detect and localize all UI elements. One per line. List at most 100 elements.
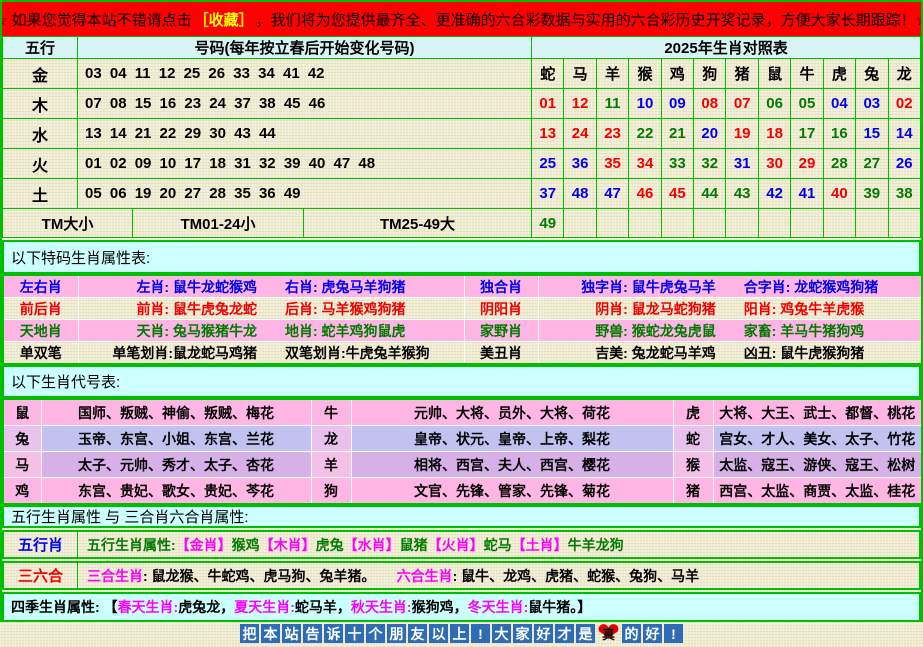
zodiac-number-cell: 48	[564, 179, 596, 209]
footer-tile: 好	[643, 624, 662, 643]
zodiac-number-cell: 11	[596, 89, 628, 119]
tm-empty-cell	[564, 209, 596, 238]
footer-tile: 友	[408, 624, 427, 643]
promo-banner: ☆ 如果您觉得本站不错请点击［收藏］，我们将为您提供最齐全、更准确的六合彩数据与…	[2, 2, 921, 36]
zodiac-number-cell: 37	[532, 179, 564, 209]
zodiac-name-cell: 龙	[888, 59, 921, 89]
zodiac-number-cell: 44	[694, 179, 726, 209]
tm-empty-cell	[856, 209, 888, 238]
code-animal: 鼠	[3, 399, 41, 426]
code-row: 马太子、元帅、秀才、太子、杏花羊相将、西宫、夫人、西宫、樱花猴太监、寇王、游侠、…	[3, 452, 922, 478]
section-title-wuxing: 五行生肖属性 与 三合肖六合肖属性:	[2, 505, 921, 528]
code-row: 兔玉帝、东宫、小姐、东宫、兰花龙皇帝、状元、皇帝、上帝、梨花蛇宫女、才人、美女、…	[3, 426, 922, 452]
footer-tile: 告	[303, 624, 322, 643]
footer-tile: 家	[513, 624, 532, 643]
element-label: 土	[3, 179, 78, 209]
wuxing-segment: 牛羊龙狗	[568, 535, 624, 555]
zodiac-number-cell: 39	[856, 179, 888, 209]
code-animal: 龙	[311, 426, 351, 452]
zodiac-number-cell: 13	[532, 119, 564, 149]
zodiac-number-cell: 43	[726, 179, 758, 209]
element-label: 金	[3, 59, 78, 89]
zodiac-number-cell: 28	[823, 149, 855, 179]
zodiac-name-cell: 虎	[823, 59, 855, 89]
tm-empty-cell	[791, 209, 823, 238]
tm-empty-cell	[888, 209, 921, 238]
wuxing-segment: 蛇马	[484, 535, 512, 555]
zodiac-number-cell: 06	[758, 89, 790, 119]
element-numbers: 13 14 21 22 29 30 43 44	[78, 119, 532, 149]
footer-tile: 个	[366, 624, 385, 643]
wuxing-segment: 【水肖】	[344, 535, 400, 555]
wuxing-segment: 五行生肖属性:	[87, 535, 176, 555]
element-label: 木	[3, 89, 78, 119]
attr-value: 天肖: 兔马猴猪牛龙 地肖: 蛇羊鸡狗鼠虎	[78, 320, 464, 342]
sanliuhe-row-label: 三六合	[4, 563, 78, 588]
zodiac-number-cell: 07	[726, 89, 758, 119]
attr-value: 阴肖: 鼠龙马蛇狗猪 阳肖: 鸡兔牛羊虎猴	[538, 298, 922, 320]
zodiac-number-cell: 17	[791, 119, 823, 149]
element-numbers: 01 02 09 10 17 18 31 32 39 40 47 48	[78, 149, 532, 179]
attr-label: 阴阳肖	[464, 298, 538, 320]
attr-label: 前后肖	[3, 298, 78, 320]
tm-size-row: TM大小TM01-24小TM25-49大49	[3, 209, 921, 238]
zodiac-name-cell: 马	[564, 59, 596, 89]
element-row: 木07 08 15 16 23 24 37 38 45 460112111009…	[3, 89, 921, 119]
zodiac-number-cell: 14	[888, 119, 921, 149]
code-names: 元帅、大将、员外、大将、荷花	[351, 399, 673, 426]
footer-tile: 才	[555, 624, 574, 643]
zodiac-number-cell: 10	[629, 89, 661, 119]
footer-tile-char: 真	[602, 624, 615, 643]
seasons-segment: 四季生肖属性: 【	[11, 597, 118, 617]
zodiac-number-cell: 01	[532, 89, 564, 119]
seasons-segment: 虎兔龙，	[178, 597, 234, 617]
code-names: 玉帝、东宫、小姐、东宫、兰花	[41, 426, 311, 452]
zodiac-number-cell: 15	[856, 119, 888, 149]
code-names: 太子、元帅、秀才、太子、杏花	[41, 452, 311, 478]
promo-text-after: ，我们将为您提供最齐全、更准确的六合彩数据与实用的六合彩历史开奖记录，方便大家长…	[256, 9, 921, 30]
zodiac-number-cell: 04	[823, 89, 855, 119]
code-names: 文官、先锋、管家、先锋、菊花	[351, 478, 673, 505]
code-animal: 狗	[311, 478, 351, 505]
seasons-segment: 春天生肖:	[118, 597, 179, 617]
zodiac-number-cell: 24	[564, 119, 596, 149]
sanliuhe-segment: 六合生肖	[397, 566, 453, 586]
wuxing-attr-row: 五行肖 五行生肖属性: 【金肖】猴鸡 【木肖】虎兔 【水肖】鼠猪 【火肖】蛇马 …	[2, 530, 921, 559]
zodiac-number-cell: 29	[791, 149, 823, 179]
footer-heart-tile: ❤真	[597, 624, 620, 643]
element-row: 金03 04 11 12 25 26 33 34 41 42蛇马羊猴鸡狗猪鼠牛虎…	[3, 59, 921, 89]
attr-value: 左肖: 鼠牛龙蛇猴鸡 右肖: 虎兔马羊狗猪	[78, 275, 464, 298]
zodiac-number-cell: 27	[856, 149, 888, 179]
zodiac-number-cell: 21	[661, 119, 693, 149]
footer-tile: !	[471, 624, 490, 643]
attr-value: 吉美: 兔龙蛇马羊鸡 凶丑: 鼠牛虎猴狗猪	[538, 342, 922, 365]
code-animal: 鸡	[3, 478, 41, 505]
attr-label: 单双笔	[3, 342, 78, 365]
zodiac-number-cell: 38	[888, 179, 921, 209]
element-label: 水	[3, 119, 78, 149]
zodiac-name-cell: 鸡	[661, 59, 693, 89]
footer-slogan: 把本站告诉十个朋友以上!大家好才是❤真的好!	[2, 623, 921, 644]
zodiac-number-cell: 45	[661, 179, 693, 209]
code-names: 东宫、贵妃、歌女、贵妃、芩花	[41, 478, 311, 505]
attr-label: 家野肖	[464, 320, 538, 342]
zodiac-name-cell: 兔	[856, 59, 888, 89]
four-seasons-box: 四季生肖属性: 【春天生肖: 虎兔龙，夏天生肖: 蛇马羊，秋天生肖: 猴狗鸡，冬…	[2, 592, 921, 622]
zodiac-number-cell: 32	[694, 149, 726, 179]
code-names: 西宫、太监、商贾、太监、桂花	[713, 478, 922, 505]
code-names: 皇帝、状元、皇帝、上帝、梨花	[351, 426, 673, 452]
tm-empty-cell	[596, 209, 628, 238]
footer-tile: 以	[429, 624, 448, 643]
code-names: 宫女、才人、美女、太子、竹花	[713, 426, 922, 452]
zodiac-number-cell: 19	[726, 119, 758, 149]
bookmark-link[interactable]: ［收藏］	[194, 9, 254, 30]
footer-tile: 本	[261, 624, 280, 643]
zodiac-name-cell: 蛇	[532, 59, 564, 89]
zodiac-number-cell: 46	[629, 179, 661, 209]
code-animal: 羊	[311, 452, 351, 478]
tm-empty-cell	[694, 209, 726, 238]
code-names: 国师、叛贼、神偷、叛贼、梅花	[41, 399, 311, 426]
footer-tile: 好	[534, 624, 553, 643]
element-numbers: 03 04 11 12 25 26 33 34 41 42	[78, 59, 532, 89]
tm-empty-cell	[661, 209, 693, 238]
